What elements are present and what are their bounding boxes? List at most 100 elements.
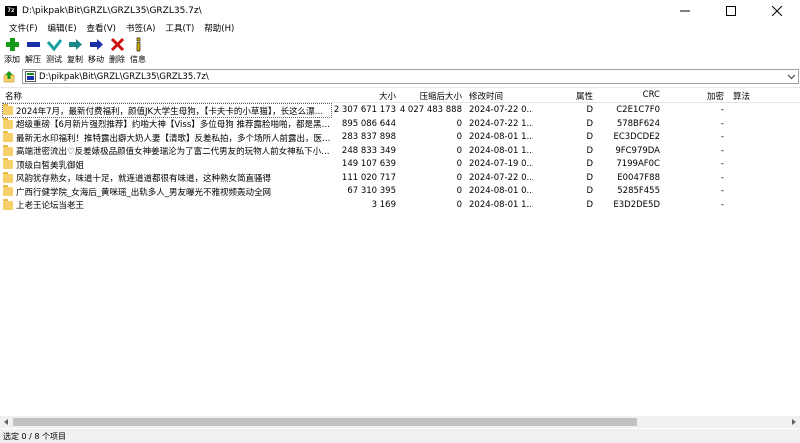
row-crc: 5285F455 — [617, 186, 660, 196]
info-icon — [136, 37, 140, 52]
row-crc: 7199AF0C — [616, 159, 660, 169]
table-row[interactable]: 广西行健学院_女海后_黄咪瑶_出轨多人_男友曝光不雅视频轰动全网 67 310 … — [0, 185, 800, 199]
scroll-thumb[interactable] — [13, 418, 637, 426]
title-bar: 7z D:\pikpak\Bit\GRZL\GRZL35\GRZL35.7z\ — [0, 0, 800, 21]
folder-icon — [3, 131, 13, 142]
folder-icon — [3, 171, 13, 183]
row-crc: E0047F88 — [617, 172, 660, 183]
delete-button[interactable]: 删除 — [107, 35, 127, 67]
copy-icon — [68, 39, 82, 50]
minimize-icon — [680, 10, 690, 11]
move-icon — [89, 39, 103, 50]
menu-file[interactable]: 文件(F) — [4, 22, 43, 34]
folder-icon — [3, 158, 13, 169]
table-row[interactable]: 超级重磅【6月新片强烈推荐】约啪大神【Viss】多位母狗 推荐露脸啪啪，都是黑丝… — [0, 117, 800, 132]
row-packed: 4 027 483 888 — [399, 105, 462, 115]
maximize-button[interactable] — [708, 0, 754, 21]
col-packed-header[interactable]: 压缩后大小 — [400, 90, 462, 102]
minimize-button[interactable] — [662, 0, 708, 21]
row-packed: 0 — [456, 172, 462, 183]
row-attr: D — [586, 118, 593, 129]
row-encrypted: - — [720, 132, 724, 142]
row-attr: D — [586, 132, 593, 142]
col-attr-header[interactable]: 属性 — [540, 90, 593, 102]
table-row[interactable]: 风韵犹存熟女，味道十足，就连道道都很有味道，这种熟女简直骚得 111 020 7… — [0, 171, 800, 186]
close-window-button[interactable] — [754, 0, 800, 21]
row-modified: 2024-08-01 0... — [469, 186, 533, 196]
info-button[interactable]: 信息 — [128, 35, 148, 67]
path-combobox[interactable]: D:\pikpak\Bit\GRZL\GRZL35\GRZL35.7z\ — [22, 69, 799, 84]
col-modified-header[interactable]: 修改时间 — [469, 90, 503, 102]
move-label: 移动 — [88, 55, 104, 64]
row-modified: 2024-07-22 1... — [469, 118, 533, 129]
row-packed: 0 — [456, 199, 462, 210]
folder-icon — [3, 198, 13, 210]
move-button[interactable]: 移动 — [86, 35, 106, 67]
col-size-header[interactable]: 大小 — [340, 90, 396, 102]
table-row[interactable]: 2024年7月，最新付费福利，颜值JK大学生母狗，【卡夫卡的小草猫】，长这么漂亮… — [0, 103, 800, 118]
row-encrypted: - — [720, 105, 724, 115]
col-method-header[interactable]: 算法 — [733, 90, 750, 102]
row-modified: 2024-08-01 1... — [469, 132, 533, 142]
menu-edit[interactable]: 编辑(E) — [43, 22, 82, 34]
up-folder-button[interactable] — [0, 68, 18, 85]
row-size: 67 310 395 — [347, 186, 396, 196]
row-packed: 0 — [456, 118, 462, 129]
col-name-header[interactable]: 名称 — [5, 90, 22, 102]
table-row[interactable]: 最新无水印福利！推特露出癖大奶人妻【清歌】反差私拍，多个场所人前露出，医院超市.… — [0, 131, 800, 145]
extract-button[interactable]: 解压 — [23, 35, 43, 67]
scroll-right-button[interactable] — [790, 418, 798, 426]
row-crc: E3D2DE5D — [613, 199, 660, 210]
address-bar: D:\pikpak\Bit\GRZL\GRZL35\GRZL35.7z\ — [0, 68, 800, 85]
row-size: 248 833 349 — [341, 145, 396, 156]
table-row[interactable]: 顶级白皙美乳御姐 149 107 639 0 2024-07-19 0... D… — [0, 158, 800, 172]
row-encrypted: - — [720, 145, 724, 156]
close-icon — [772, 5, 782, 16]
menu-help[interactable]: 帮助(H) — [199, 22, 239, 34]
menu-tools[interactable]: 工具(T) — [160, 22, 199, 34]
row-attr: D — [586, 105, 593, 115]
row-encrypted: - — [720, 118, 724, 129]
list-header: 名称 大小 压缩后大小 修改时间 属性 CRC 加密 算法 — [0, 88, 800, 103]
row-packed: 0 — [456, 132, 462, 142]
info-label: 信息 — [130, 55, 146, 64]
test-button[interactable]: 测试 — [44, 35, 64, 67]
folder-icon — [3, 185, 13, 196]
row-encrypted: - — [720, 172, 724, 183]
row-modified: 2024-07-19 0... — [469, 159, 533, 169]
menu-view[interactable]: 查看(V) — [82, 22, 121, 34]
copy-button[interactable]: 复制 — [65, 35, 85, 67]
horizontal-scrollbar[interactable] — [0, 416, 800, 428]
row-encrypted: - — [720, 199, 724, 210]
scroll-left-button[interactable] — [2, 418, 10, 426]
row-size: 149 107 639 — [341, 159, 396, 169]
col-encrypted-header[interactable]: 加密 — [690, 90, 724, 102]
row-crc: C2E1C7F0 — [616, 105, 660, 115]
chevron-down-icon[interactable] — [787, 72, 796, 81]
chevron-left-icon — [4, 419, 8, 425]
add-label: 添加 — [4, 55, 20, 64]
maximize-icon — [726, 5, 736, 16]
table-row[interactable]: 上老王论坛当老王 3 169 0 2024-08-01 1... D E3D2D… — [0, 198, 800, 213]
row-size: 2 307 671 173 — [333, 105, 396, 115]
row-attr: D — [586, 145, 593, 156]
row-attr: D — [586, 186, 593, 196]
add-button[interactable]: 添加 — [2, 35, 22, 67]
menu-bookmarks[interactable]: 书签(A) — [121, 22, 160, 34]
row-packed: 0 — [456, 186, 462, 196]
col-crc-header[interactable]: CRC — [620, 90, 660, 100]
row-name: 广西行健学院_女海后_黄咪瑶_出轨多人_男友曝光不雅视频轰动全网 — [16, 187, 272, 198]
row-size: 895 086 644 — [341, 118, 396, 129]
table-row[interactable]: 高端泄密流出♡反差婊极品颜值女神姜瑞沦为了富二代男友的玩物人前女神私下小贱狗跪.… — [0, 144, 800, 159]
row-size: 111 020 717 — [341, 172, 396, 183]
row-name: 最新无水印福利！推特露出癖大奶人妻【清歌】反差私拍，多个场所人前露出，医院超市.… — [16, 133, 331, 144]
status-bar: 选定 0 / 8 个项目 — [0, 429, 800, 443]
delete-label: 删除 — [109, 55, 125, 64]
row-name: 风韵犹存熟女，味道十足，就连道道都很有味道，这种熟女简直骚得 — [16, 174, 272, 184]
row-attr: D — [586, 172, 593, 183]
delete-icon — [110, 37, 124, 52]
row-packed: 0 — [456, 145, 462, 156]
row-crc: 9FC979DA — [615, 145, 660, 156]
file-list[interactable]: 名称 大小 压缩后大小 修改时间 属性 CRC 加密 算法 2024年7月，最新… — [0, 87, 800, 417]
path-text: D:\pikpak\Bit\GRZL\GRZL35\GRZL35.7z\ — [39, 71, 209, 82]
